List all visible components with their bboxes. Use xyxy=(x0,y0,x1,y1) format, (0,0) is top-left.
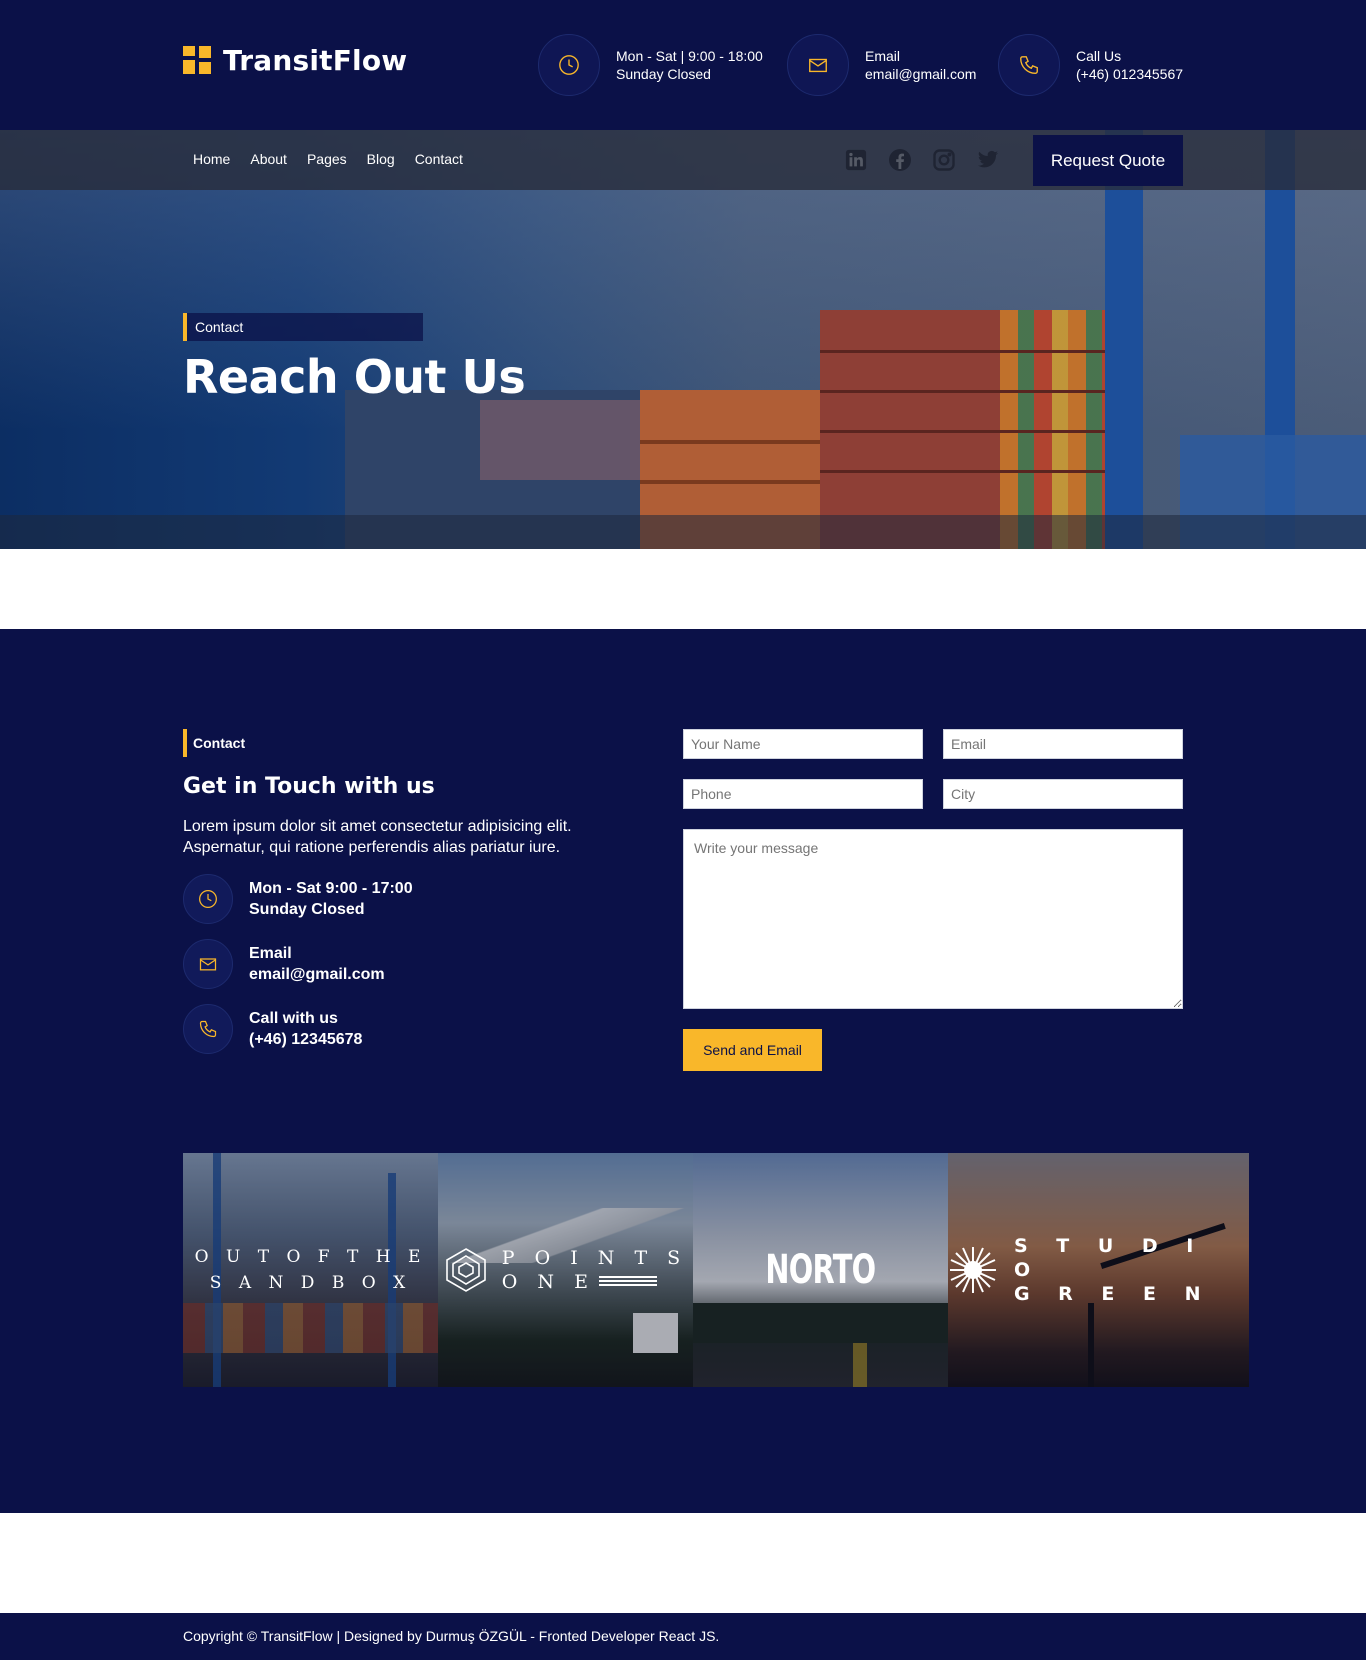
partner-2-line1: P O I N T S xyxy=(501,1247,688,1269)
contact-phone-label: Call with us xyxy=(249,1010,338,1027)
brand-logo[interactable]: TransitFlow xyxy=(183,44,407,77)
partner-4-line1: S T U D I O xyxy=(1013,1235,1205,1281)
partner-out-of-the-sandbox[interactable]: O U T O F T H E S A N D B O X xyxy=(183,1153,438,1387)
partner-1-line1: O U T O F T H E xyxy=(194,1247,427,1267)
contact-description: Lorem ipsum dolor sit amet consectetur a… xyxy=(183,818,572,856)
mail-icon xyxy=(787,34,849,96)
footer: Copyright © TransitFlow | Designed by Du… xyxy=(0,1613,1366,1660)
phone-icon xyxy=(183,1004,233,1054)
clock-icon xyxy=(183,874,233,924)
clock-icon xyxy=(538,34,600,96)
contact-email-label: Email xyxy=(249,945,292,962)
contact-hours: Mon - Sat 9:00 - 17:00 Sunday Closed xyxy=(183,874,413,924)
phone-icon xyxy=(998,34,1060,96)
contact-phone-value[interactable]: (+46) 12345678 xyxy=(249,1029,362,1050)
message-textarea[interactable] xyxy=(683,829,1183,1009)
request-quote-button[interactable]: Request Quote xyxy=(1033,135,1183,186)
contact-hours-line1: Mon - Sat 9:00 - 17:00 xyxy=(249,880,413,897)
header-hours-line2: Sunday Closed xyxy=(616,66,711,82)
partner-norto[interactable]: NORTO xyxy=(693,1153,948,1387)
starburst-logo-icon xyxy=(949,1247,996,1293)
social-links xyxy=(844,148,1000,172)
nav-pages[interactable]: Pages xyxy=(307,151,347,167)
send-email-button[interactable]: Send and Email xyxy=(683,1029,822,1071)
nav-blog[interactable]: Blog xyxy=(367,151,395,167)
header-hours-line1: Mon - Sat | 9:00 - 18:00 xyxy=(616,48,763,64)
header-email-value[interactable]: email@gmail.com xyxy=(865,65,976,83)
hexagon-logo-icon xyxy=(445,1248,486,1292)
contact-phone: Call with us (+46) 12345678 xyxy=(183,1004,362,1054)
contact-section: Contact Get in Touch with us Lorem ipsum… xyxy=(0,629,1366,1513)
city-input[interactable] xyxy=(943,779,1183,809)
nav-contact[interactable]: Contact xyxy=(415,151,463,167)
contact-hours-line2: Sunday Closed xyxy=(249,901,365,918)
hero-title: Reach Out Us xyxy=(183,350,526,404)
partner-3-line1: NORTO xyxy=(765,1247,876,1293)
header-hours: Mon - Sat | 9:00 - 18:00 Sunday Closed xyxy=(538,34,763,96)
partner-2-line2: O N E xyxy=(501,1271,595,1293)
phone-input[interactable] xyxy=(683,779,923,809)
header-phone-label: Call Us xyxy=(1076,48,1122,64)
instagram-icon[interactable] xyxy=(932,148,956,172)
linkedin-icon[interactable] xyxy=(844,148,868,172)
nav-home[interactable]: Home xyxy=(193,151,230,167)
brand-name: TransitFlow xyxy=(223,44,408,77)
contact-tag: Contact xyxy=(183,729,245,757)
partner-logos: O U T O F T H E S A N D B O X P O I N T … xyxy=(183,1153,1249,1387)
nav-links: Home About Pages Blog Contact xyxy=(193,151,463,167)
contact-email-value[interactable]: email@gmail.com xyxy=(249,964,385,985)
partner-points-one[interactable]: P O I N T S O N E xyxy=(438,1153,693,1387)
facebook-icon[interactable] xyxy=(888,148,912,172)
twitter-icon[interactable] xyxy=(976,148,1000,172)
copyright-text: Copyright © TransitFlow | Designed by Du… xyxy=(183,1628,720,1644)
header-phone-value[interactable]: (+46) 012345567 xyxy=(1076,65,1183,83)
hero-tag: Contact xyxy=(183,313,423,341)
main-navbar: Home About Pages Blog Contact Request Qu… xyxy=(0,130,1366,190)
partner-1-line2: S A N D B O X xyxy=(209,1273,412,1293)
nav-about[interactable]: About xyxy=(250,151,287,167)
contact-email: Email email@gmail.com xyxy=(183,939,385,989)
partner-4-line2: G R E E N xyxy=(1013,1283,1212,1305)
contact-title: Get in Touch with us xyxy=(183,774,435,799)
mail-icon xyxy=(183,939,233,989)
header-email: Email email@gmail.com xyxy=(787,34,976,96)
header-phone: Call Us (+46) 012345567 xyxy=(998,34,1183,96)
top-header: TransitFlow Mon - Sat | 9:00 - 18:00 Sun… xyxy=(0,0,1366,130)
partner-studio-green[interactable]: S T U D I O G R E E N xyxy=(948,1153,1249,1387)
header-email-label: Email xyxy=(865,48,901,64)
logo-mark-icon xyxy=(183,45,213,76)
hero-banner: Home About Pages Blog Contact Request Qu… xyxy=(0,130,1366,549)
crane-leg xyxy=(1105,130,1143,549)
name-input[interactable] xyxy=(683,729,923,759)
email-input[interactable] xyxy=(943,729,1183,759)
